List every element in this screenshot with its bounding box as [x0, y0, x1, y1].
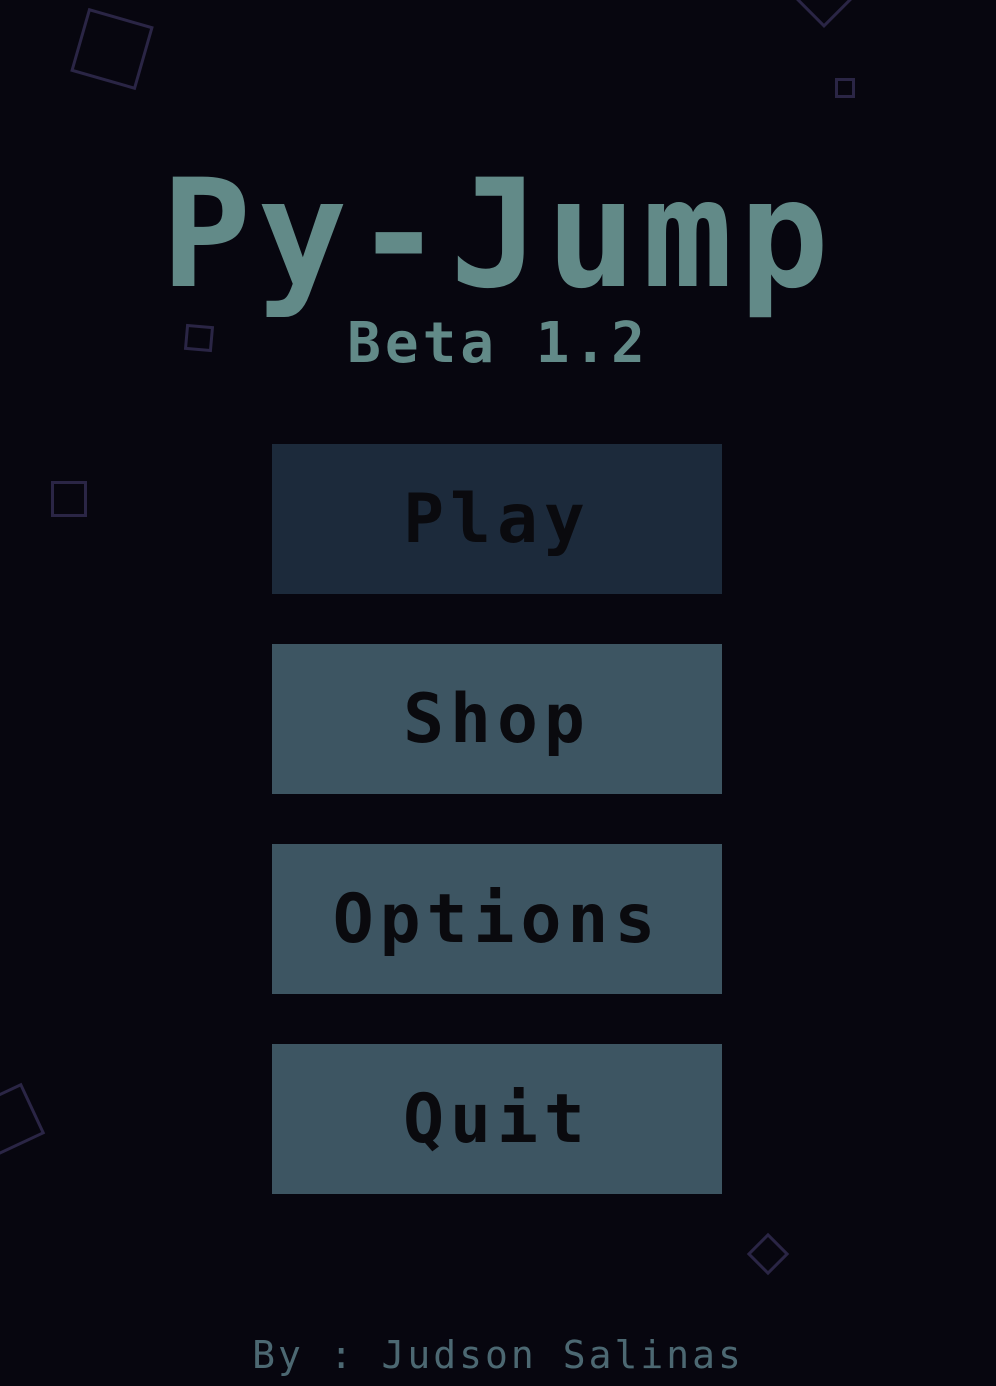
- shop-button[interactable]: Shop: [272, 644, 722, 794]
- game-title: Py-Jump: [160, 148, 836, 322]
- author-credit: By : Judson Salinas: [0, 1333, 996, 1377]
- quit-button[interactable]: Quit: [272, 1044, 722, 1194]
- author-credit-text: By : Judson Salinas: [252, 1333, 744, 1377]
- floating-square-decoration: [70, 7, 154, 91]
- play-button[interactable]: Play: [272, 444, 722, 594]
- floating-square-decoration: [51, 481, 87, 517]
- floating-square-decoration: [835, 78, 855, 98]
- version-label: Beta 1.2: [347, 311, 649, 376]
- floating-square-decoration: [0, 1082, 46, 1158]
- floating-square-decoration: [790, 0, 858, 28]
- floating-square-decoration: [746, 1232, 790, 1276]
- options-button[interactable]: Options: [272, 844, 722, 994]
